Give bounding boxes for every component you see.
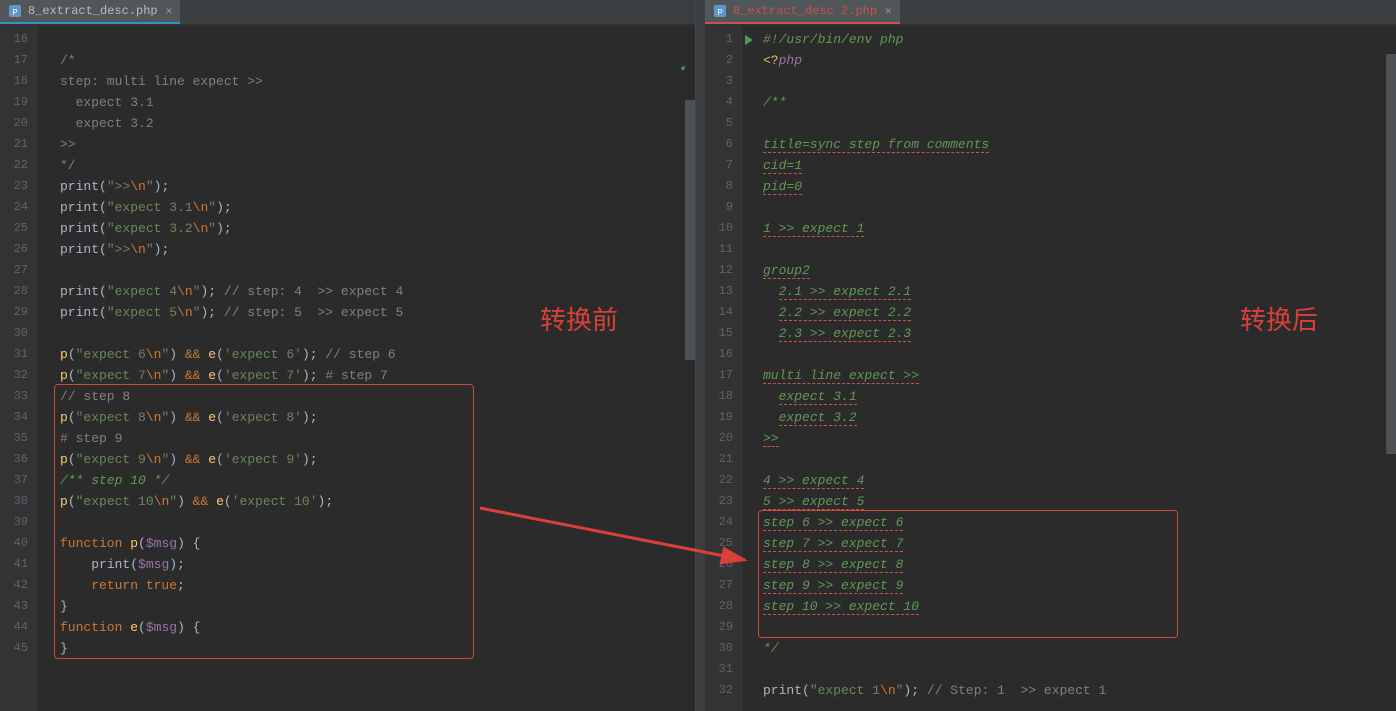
code-left[interactable]: /*step: multi line expect >> expect 3.1 … [38, 25, 695, 711]
close-icon[interactable]: ✕ [166, 4, 173, 18]
code-right[interactable]: #!/usr/bin/env php<?php/**title=sync ste… [743, 25, 1396, 711]
annotation-label-after: 转换后 [1240, 300, 1318, 337]
gutter-left: 1617181920212223242526272829303132333435… [0, 25, 38, 711]
scrollbar-left[interactable] [685, 50, 695, 711]
php-file-icon: P [8, 4, 22, 18]
editor-right[interactable]: 1234567891011121314151617181920212223242… [705, 25, 1396, 711]
tab-file-right[interactable]: P 8_extract_desc 2.php ✕ [705, 0, 900, 24]
pane-splitter[interactable] [696, 0, 705, 711]
editor-pane-right: P 8_extract_desc 2.php ✕ 123456789101112… [705, 0, 1396, 711]
tab-filename-left: 8_extract_desc.php [28, 4, 158, 18]
annotation-label-before: 转换前 [540, 300, 618, 337]
php-file-icon: P [713, 4, 727, 18]
workspace: P 8_extract_desc.php ✕ 16171819202122232… [0, 0, 1396, 711]
tab-filename-right: 8_extract_desc 2.php [733, 4, 877, 18]
tabbar-right: P 8_extract_desc 2.php ✕ [705, 0, 1396, 25]
gutter-right: 1234567891011121314151617181920212223242… [705, 25, 743, 711]
tab-file-left[interactable]: P 8_extract_desc.php ✕ [0, 0, 180, 24]
close-icon[interactable]: ✕ [885, 4, 892, 18]
svg-text:P: P [717, 8, 722, 17]
editor-left[interactable]: 1617181920212223242526272829303132333435… [0, 25, 695, 711]
svg-text:P: P [12, 8, 17, 17]
scrollbar-right[interactable] [1386, 50, 1396, 711]
tabbar-left: P 8_extract_desc.php ✕ [0, 0, 695, 25]
editor-pane-left: P 8_extract_desc.php ✕ 16171819202122232… [0, 0, 696, 711]
